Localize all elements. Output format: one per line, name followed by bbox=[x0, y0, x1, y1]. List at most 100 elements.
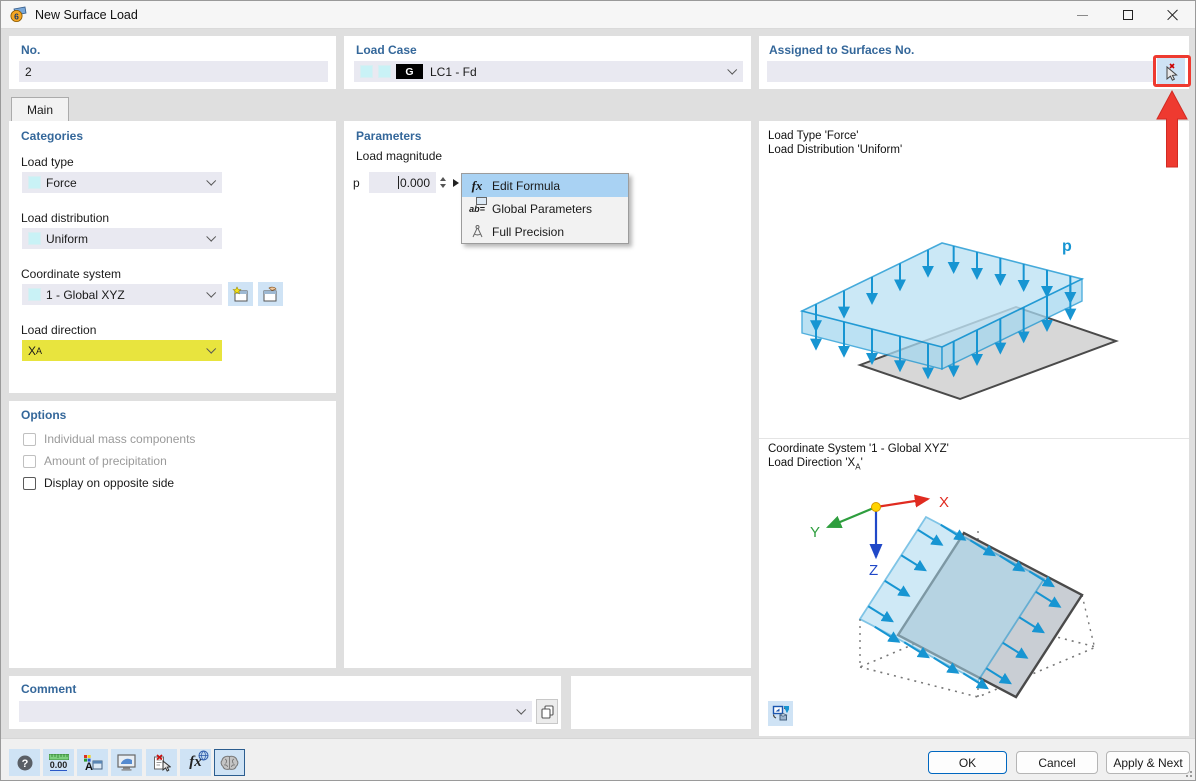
option-individual-mass-components: Individual mass components bbox=[23, 432, 195, 446]
p-field-row: p 0.000 bbox=[350, 172, 459, 193]
load-case-label: Load Case bbox=[356, 43, 417, 57]
ai-assistant-button[interactable] bbox=[214, 749, 245, 776]
close-icon bbox=[1167, 9, 1179, 21]
load-distribution-dropdown[interactable]: Uniform bbox=[22, 228, 222, 249]
comment-panel: Comment bbox=[9, 676, 561, 729]
preview-coordinate-system-text: Coordinate System '1 - Global XYZ' bbox=[768, 442, 949, 456]
axis-origin-dot bbox=[872, 503, 881, 512]
no-label: No. bbox=[21, 43, 40, 57]
title-bar: 6 New Surface Load bbox=[1, 1, 1195, 29]
p-options-arrow-icon[interactable] bbox=[453, 179, 459, 187]
no-panel: No. 2 bbox=[9, 36, 336, 89]
load-type-dropdown[interactable]: Force bbox=[22, 172, 222, 193]
global-parameters-icon: ab= bbox=[462, 204, 492, 214]
preview-load-distribution-text: Load Distribution 'Uniform' bbox=[768, 143, 902, 157]
load-case-dropdown[interactable]: G LC1 - Fd bbox=[354, 61, 743, 82]
load-case-value: LC1 - Fd bbox=[430, 65, 477, 79]
surface-load-illustration: p bbox=[764, 159, 1184, 444]
display-properties-button[interactable]: A bbox=[77, 749, 108, 776]
tab-main[interactable]: Main bbox=[11, 97, 69, 121]
svg-text:6: 6 bbox=[14, 11, 19, 21]
window-title: New Surface Load bbox=[35, 8, 138, 22]
units-decimals-icon: 0.00 bbox=[49, 754, 69, 771]
load-direction-subscript: A bbox=[36, 346, 42, 356]
toggle-preview-view-button[interactable] bbox=[768, 701, 793, 726]
load-direction-dropdown[interactable]: XA bbox=[22, 340, 222, 361]
menu-item-full-precision[interactable]: Full Precision bbox=[462, 220, 628, 243]
menu-item-edit-formula[interactable]: fx Edit Formula bbox=[462, 174, 628, 197]
swap-view-icon bbox=[772, 705, 789, 722]
app-icon: 6 bbox=[10, 6, 27, 23]
maximize-button[interactable] bbox=[1105, 1, 1150, 29]
help-button[interactable]: ? bbox=[9, 749, 40, 776]
delete-selection-button[interactable] bbox=[146, 749, 177, 776]
coordinate-system-dropdown[interactable]: 1 - Global XYZ bbox=[22, 284, 222, 305]
resize-grip[interactable] bbox=[1182, 767, 1192, 777]
assigned-surfaces-label: Assigned to Surfaces No. bbox=[769, 43, 914, 57]
p-symbol-label: p bbox=[1062, 238, 1072, 255]
load-distribution-swatch bbox=[28, 232, 41, 245]
load-case-color-swatch2 bbox=[378, 65, 391, 78]
checkbox-precipitation[interactable] bbox=[23, 455, 36, 468]
load-direction-label: Load direction bbox=[21, 323, 96, 337]
load-distribution-label: Load distribution bbox=[21, 211, 109, 225]
chevron-down-icon bbox=[516, 705, 526, 715]
help-icon: ? bbox=[16, 754, 34, 772]
load-magnitude-label: Load magnitude bbox=[356, 149, 442, 163]
p-label: p bbox=[350, 176, 369, 190]
svg-text:A: A bbox=[85, 761, 93, 772]
minimize-button[interactable] bbox=[1060, 1, 1105, 29]
close-button[interactable] bbox=[1150, 1, 1195, 29]
checkbox-individual-mass[interactable] bbox=[23, 433, 36, 446]
formula-button[interactable]: fx bbox=[180, 749, 211, 776]
maximize-icon bbox=[1123, 10, 1133, 20]
fx-icon: fx bbox=[462, 178, 492, 194]
comment-dropdown[interactable] bbox=[19, 701, 532, 722]
comment-copy-button[interactable] bbox=[536, 699, 558, 724]
delete-selection-icon bbox=[153, 754, 171, 772]
options-heading: Options bbox=[21, 408, 66, 422]
menu-item-global-parameters[interactable]: ab= Global Parameters bbox=[462, 197, 628, 220]
checkbox-display-opposite[interactable] bbox=[23, 477, 36, 490]
option-display-opposite-side: Display on opposite side bbox=[23, 476, 174, 490]
categories-panel: Categories Load type Force Load distribu… bbox=[9, 121, 336, 393]
categories-heading: Categories bbox=[21, 129, 83, 143]
new-coordinate-system-button[interactable] bbox=[228, 282, 253, 306]
load-type-swatch bbox=[28, 176, 41, 189]
pick-surfaces-button[interactable] bbox=[1157, 58, 1185, 85]
axis-y-label: Y bbox=[810, 524, 820, 541]
assigned-surfaces-input[interactable] bbox=[767, 61, 1153, 82]
display-settings-button[interactable] bbox=[111, 749, 142, 776]
cancel-button[interactable]: Cancel bbox=[1016, 751, 1098, 774]
no-input[interactable]: 2 bbox=[19, 61, 328, 82]
parameters-heading: Parameters bbox=[356, 129, 421, 143]
pick-cursor-icon bbox=[1163, 63, 1179, 81]
chevron-down-icon bbox=[206, 232, 216, 242]
compass-icon bbox=[462, 225, 492, 239]
p-value-input[interactable]: 0.000 bbox=[369, 172, 436, 193]
edit-coordinate-system-button[interactable] bbox=[258, 282, 283, 306]
apply-next-button[interactable]: Apply & Next bbox=[1106, 751, 1190, 774]
chevron-down-icon bbox=[206, 288, 216, 298]
monitor-icon bbox=[117, 754, 136, 771]
copy-pages-icon bbox=[541, 705, 554, 719]
load-case-panel: Load Case G LC1 - Fd bbox=[344, 36, 751, 89]
p-spinner[interactable] bbox=[440, 177, 446, 188]
axis-z-label: Z bbox=[869, 562, 878, 579]
comment-heading: Comment bbox=[21, 682, 76, 696]
coordinate-system-label: Coordinate system bbox=[21, 267, 121, 281]
ok-button[interactable]: OK bbox=[928, 751, 1007, 774]
chevron-down-icon bbox=[206, 176, 216, 186]
preview-divider bbox=[759, 438, 1189, 439]
formula-context-menu: fx Edit Formula ab= Global Parameters Fu… bbox=[461, 173, 629, 244]
edit-window-hand-icon bbox=[262, 286, 279, 302]
units-decimals-button[interactable]: 0.00 bbox=[43, 749, 74, 776]
brain-icon bbox=[220, 755, 239, 771]
options-panel: Options Individual mass components Amoun… bbox=[9, 401, 336, 668]
new-window-star-icon bbox=[232, 286, 249, 302]
preview-panel: Load Type 'Force' Load Distribution 'Uni… bbox=[759, 121, 1189, 736]
display-properties-icon: A bbox=[83, 754, 103, 772]
chevron-down-icon bbox=[206, 344, 216, 354]
chevron-down-icon bbox=[727, 65, 737, 75]
assigned-surfaces-panel: Assigned to Surfaces No. bbox=[759, 36, 1189, 89]
